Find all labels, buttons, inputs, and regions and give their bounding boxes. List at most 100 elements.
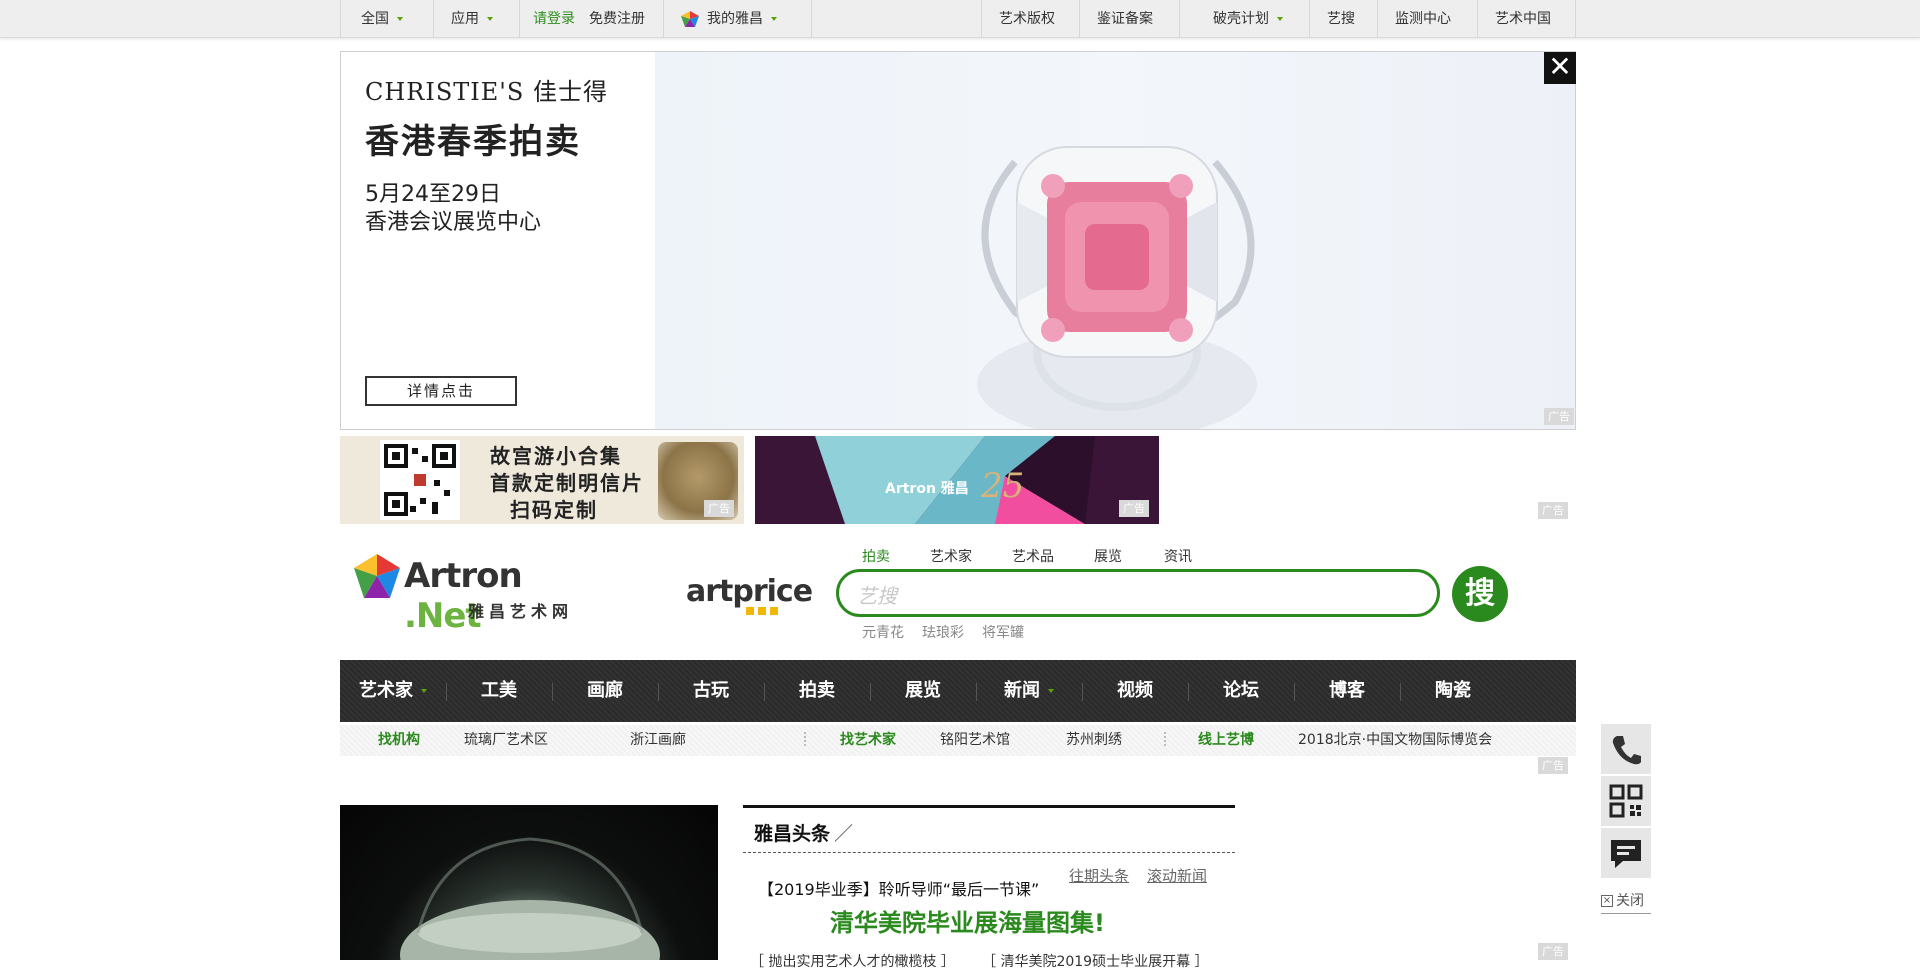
logo-name: Artron .Net (404, 556, 592, 636)
artron-logo[interactable]: Artron .Net 雅昌艺术网 (352, 554, 592, 636)
toutiao-title: 雅昌头条／ (754, 819, 853, 846)
search-placeholder: 艺搜 (857, 584, 897, 608)
region-menu[interactable]: 全国 (361, 0, 403, 38)
hot-word-link[interactable]: 将军罐 (982, 622, 1024, 642)
featured-bowl-image[interactable] (340, 805, 718, 971)
search-tab-auction[interactable]: 拍卖 (862, 546, 890, 566)
search-input[interactable]: 艺搜 (836, 569, 1440, 617)
nav-ceramics[interactable]: 陶瓷 (1400, 660, 1506, 722)
christies-banner-ad[interactable]: CHRISTIE'S 佳士得 香港春季拍卖 5月24至29日 香港会议展览中心 … (340, 51, 1576, 430)
toutiao-title-text: 雅昌头条 (754, 823, 831, 845)
banner-venue: 香港会议展览中心 (365, 210, 542, 235)
headline-link[interactable]: 【2019毕业季】聆听导师“最后一节课” (758, 876, 1039, 900)
phone-button[interactable] (1601, 724, 1651, 774)
message-button[interactable] (1601, 828, 1651, 878)
divider (1079, 0, 1080, 38)
slash-decoration: ／ (834, 823, 854, 845)
ad1-line3: 扫码定制 (510, 498, 598, 522)
subnav-link[interactable]: 琉璃厂艺术区 (464, 725, 548, 756)
find-artist-title[interactable]: 找艺术家 (840, 725, 896, 756)
divider (981, 0, 982, 38)
region-label: 全国 (361, 11, 389, 27)
close-side-tools-button[interactable]: × 关闭 (1601, 890, 1651, 914)
my-artron-label: 我的雅昌 (707, 11, 763, 27)
hot-word-link[interactable]: 元青花 (862, 622, 904, 642)
search-tab-news[interactable]: 资讯 (1164, 546, 1192, 566)
subnav-link[interactable]: 苏州刺绣 (1066, 725, 1122, 756)
forbidden-city-ad[interactable]: 故宫游小合集 首款定制明信片 扫码定制 广告 (340, 436, 744, 524)
divider (519, 0, 520, 38)
find-institution-title[interactable]: 找机构 (378, 725, 420, 756)
ad1-line1: 故宫游小合集 (490, 444, 622, 468)
nav-blog[interactable]: 博客 (1294, 660, 1400, 722)
close-icon: × (1601, 895, 1613, 907)
banner-image-area (655, 52, 1575, 429)
my-artron-menu[interactable]: 我的雅昌 (681, 0, 777, 38)
art-search-link[interactable]: 艺搜 (1327, 0, 1355, 38)
chevron-down-icon (487, 17, 493, 21)
close-banner-button[interactable]: ✕ (1544, 52, 1576, 84)
subnav-link[interactable]: 铭阳艺术馆 (940, 725, 1010, 756)
artron-25-ad[interactable]: Artron 雅昌 25 广告 (755, 436, 1159, 524)
top-bar: 全国 应用 请登录 免费注册 我的雅昌 艺术版权 鉴证备案 破壳计划 艺搜 监测… (0, 0, 1920, 38)
search-tab-exhibition[interactable]: 展览 (1094, 546, 1122, 566)
headline-top-rule (743, 805, 1235, 808)
divider (663, 0, 664, 38)
subnav-link[interactable]: 浙江画廊 (630, 725, 686, 756)
nav-gallery[interactable]: 画廊 (552, 660, 658, 722)
logo-cn: 雅昌艺术网 (468, 602, 574, 621)
nav-video[interactable]: 视频 (1082, 660, 1188, 722)
login-link[interactable]: 请登录 (533, 0, 575, 38)
main-nav: 艺术家 工美 画廊 古玩 拍卖 展览 新闻 视频 论坛 博客 陶瓷 (340, 660, 1576, 722)
top-bar-inner: 全国 应用 请登录 免费注册 我的雅昌 艺术版权 鉴证备案 破壳计划 艺搜 监测… (340, 0, 1576, 38)
nav-news-label: 新闻 (1004, 680, 1040, 701)
rolling-news-link[interactable]: 滚动新闻 (1147, 865, 1207, 886)
search-tab-artwork[interactable]: 艺术品 (1012, 546, 1054, 566)
artron-logo-icon (354, 554, 400, 598)
ad-label: 广告 (1538, 943, 1568, 960)
incubator-label: 破壳计划 (1213, 11, 1269, 27)
art-copyright-link[interactable]: 艺术版权 (999, 0, 1055, 38)
divider (1179, 0, 1180, 38)
divider (1477, 0, 1478, 38)
nav-crafts[interactable]: 工美 (446, 660, 552, 722)
divider (433, 0, 434, 38)
banner-headline: 香港春季拍卖 (365, 122, 581, 162)
sub-news-link[interactable]: ［ 清华美院2019硕士毕业展开幕 ］ (982, 951, 1209, 971)
hot-word-link[interactable]: 珐琅彩 (922, 622, 964, 642)
banner-details-button[interactable]: 详情点击 (365, 376, 517, 406)
search-tab-artist[interactable]: 艺术家 (930, 546, 972, 566)
sub-news-link[interactable]: ［ 抛出实用艺术人才的橄榄枝 ］ (750, 951, 955, 971)
ad-label: 广告 (1544, 408, 1574, 425)
dotted-divider (804, 732, 806, 748)
nav-forum[interactable]: 论坛 (1188, 660, 1294, 722)
online-fair-title[interactable]: 线上艺博 (1198, 725, 1254, 756)
nav-auction[interactable]: 拍卖 (764, 660, 870, 722)
main-headline-link[interactable]: 清华美院毕业展海量图集! (830, 903, 1105, 938)
monitor-center-link[interactable]: 监测中心 (1395, 0, 1451, 38)
chevron-down-icon (1277, 17, 1283, 21)
ad2-brand: Artron 雅昌 (885, 481, 969, 497)
logo-name-text: Artron (404, 556, 523, 596)
certification-link[interactable]: 鉴证备案 (1097, 0, 1153, 38)
artprice-logo[interactable]: artprice (686, 574, 813, 609)
divider (1377, 0, 1378, 38)
incubator-menu[interactable]: 破壳计划 (1213, 0, 1283, 38)
art-china-link[interactable]: 艺术中国 (1495, 0, 1551, 38)
nav-news[interactable]: 新闻 (976, 660, 1082, 722)
nav-antiques[interactable]: 古玩 (658, 660, 764, 722)
ad2-anniversary: 25 (981, 466, 1025, 506)
register-link[interactable]: 免费注册 (589, 0, 645, 38)
ad-label: 广告 (1538, 757, 1568, 774)
past-headlines-link[interactable]: 往期头条 (1069, 865, 1129, 886)
artprice-arrows-icon (746, 607, 782, 615)
nav-artist[interactable]: 艺术家 (340, 660, 446, 722)
subnav-link[interactable]: 2018北京·中国文物国际博览会 (1298, 725, 1492, 756)
nav-exhibition[interactable]: 展览 (870, 660, 976, 722)
apps-menu[interactable]: 应用 (451, 0, 493, 38)
search-button[interactable]: 搜 (1452, 566, 1508, 622)
chat-icon (1611, 840, 1641, 868)
qr-code-icon (380, 440, 460, 520)
qr-code-button[interactable] (1601, 776, 1651, 826)
chevron-down-icon (421, 689, 427, 693)
